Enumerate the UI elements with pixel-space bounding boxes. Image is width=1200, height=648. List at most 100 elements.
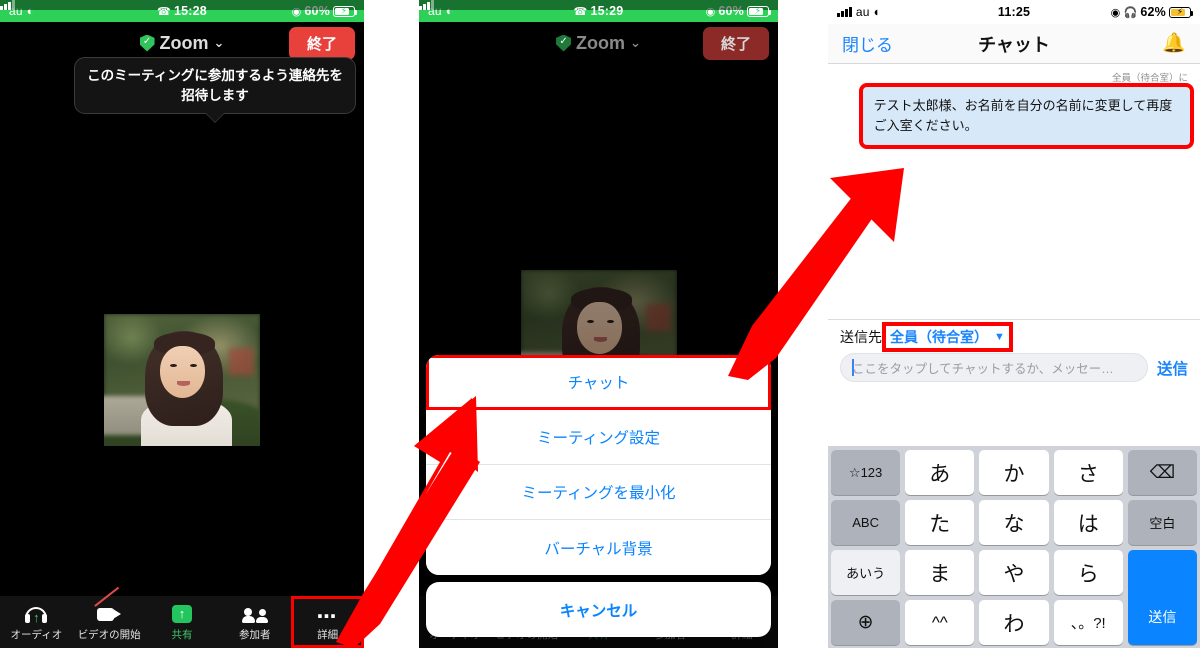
chat-message-list: 全員（待合室）に テスト太郎様、お名前を自分の名前に変更して再度ご入室ください。 [828,64,1200,319]
keyboard-left-stack: あいう ⊕ [831,550,901,645]
recipient-dropdown[interactable]: 全員（待合室） ▼ [882,322,1013,352]
signal-bars-icon [0,0,364,10]
wifi-icon: ◐ [873,4,882,19]
phone-panel-middle: au ◐ ☎ 15:29 ◉ 60% ⚡ Zoom ⌄ 終了 [419,0,778,648]
toolbar-label-audio: オーディオ [10,628,63,641]
key-abc[interactable]: ABC [831,500,901,545]
globe-icon[interactable]: ⊕ [831,600,901,645]
action-sheet-item-virtual-background[interactable]: バーチャル背景 [426,520,771,575]
status-left-group-right: au ◐ [828,5,881,19]
end-meeting-button[interactable]: 終了 [702,26,769,60]
toolbar-item-participants[interactable]: 参加者 [218,596,291,648]
key-aiu[interactable]: あいう [831,550,901,595]
phone-panel-right: au ◐ 11:25 ◉ 🎧 62% ⚡ 閉じる チャット 🔔 全員（待合室）に [828,0,1200,648]
more-action-sheet: チャット ミーティング設定 ミーティングを最小化 バーチャル背景 [426,355,771,575]
cancel-label: キャンセル [559,602,638,620]
key-ka[interactable]: か [979,450,1049,495]
end-meeting-button[interactable]: 終了 [288,26,355,60]
key-space[interactable]: 空白 [1127,500,1198,545]
video-stage-left: このミーティングに参加するよう連絡先を招待します [0,57,364,648]
close-chat-button[interactable]: 閉じる [842,31,893,56]
toolbar-label-share: 共有 [171,628,193,641]
send-message-button[interactable]: 送信 [1157,357,1188,379]
keyboard-send-col: 送信 [1127,550,1198,645]
keyboard-col-3: や わ [979,550,1049,645]
video-off-icon [94,586,122,623]
key-wa[interactable]: わ [979,600,1049,645]
action-sheet-label-minimize-meeting: ミーティングを最小化 [521,485,676,502]
text-caret [852,359,854,376]
toolbar-label-participants: 参加者 [239,628,271,641]
status-bar-right: au ◐ 11:25 ◉ 🎧 62% ⚡ [828,0,1200,24]
screenshot-root: au ◐ ☎ 15:28 ◉ 60% ⚡ Zoom ⌄ 終了 [0,0,1200,648]
key-sa[interactable]: さ [1053,450,1123,495]
status-bar-left: au ◐ ☎ 15:28 ◉ 60% ⚡ [0,0,364,22]
signal-bars-icon [837,7,852,17]
key-ya[interactable]: や [979,550,1049,595]
meeting-toolbar-left: ↑ オーディオ ビデオの開始 ↑ 共有 参加者 ⋯ 詳細 [0,586,364,648]
cancel-button[interactable]: キャンセル [426,582,771,637]
headphones-icon: 🎧 [1123,6,1138,19]
bell-icon[interactable]: 🔔 [1162,34,1186,53]
status-bar-middle: au ◐ ☎ 15:29 ◉ 60% ⚡ [419,0,778,22]
key-send[interactable]: 送信 [1127,550,1198,645]
location-icon: ◉ [1110,6,1121,19]
meeting-title: Zoom [159,32,209,53]
keyboard-row: ☆123 あ か さ ⌫ [831,450,1198,495]
battery-icon: ⚡ [747,5,772,17]
send-to-label: 送信先 [840,329,882,345]
chevron-down-icon: ⌄ [213,35,225,50]
status-time: 11:25 [997,5,1031,19]
keyboard-row: ABC た な は 空白 [831,500,1198,545]
action-sheet-item-minimize-meeting[interactable]: ミーティングを最小化 [426,465,771,520]
recipient-value: 全員（待合室） [890,329,988,345]
action-sheet-cancel-group: キャンセル [426,582,771,637]
key-na[interactable]: な [979,500,1049,545]
key-ma[interactable]: ま [905,550,975,595]
toolbar-item-share[interactable]: ↑ 共有 [146,596,219,648]
key-backspace-icon[interactable]: ⌫ [1127,450,1198,495]
toolbar-item-video[interactable]: ビデオの開始 [73,586,146,648]
more-dots-icon: ⋯ [316,605,339,628]
participant-video-thumbnail[interactable] [104,314,260,446]
status-left-group: au ◐ [0,0,364,18]
key-emoticon[interactable]: ^^ [905,600,975,645]
key-ta[interactable]: た [905,500,975,545]
key-ha[interactable]: は [1053,500,1123,545]
action-sheet-item-chat[interactable]: チャット [426,355,771,410]
chat-input-placeholder: ここをタップしてチャットするか、メッセー… [852,362,1114,376]
action-sheet-item-meeting-settings[interactable]: ミーティング設定 [426,410,771,465]
invite-tooltip: このミーティングに参加するよう連絡先を招待します [74,57,356,115]
toolbar-label-video: ビデオの開始 [77,628,141,641]
key-a[interactable]: あ [905,450,975,495]
keyboard-row: あいう ⊕ ま ^^ や わ ら 、。?! 送信 [831,550,1198,645]
chevron-down-icon: ▼ [994,331,1005,343]
signal-bars-icon [419,0,778,10]
toolbar-item-audio[interactable]: ↑ オーディオ [0,596,73,648]
message-row: テスト太郎様、お名前を自分の名前に変更して再度ご入室ください。 [828,82,1200,150]
action-sheet-label-virtual-background: バーチャル背景 [544,540,653,558]
chat-message-bubble[interactable]: テスト太郎様、お名前を自分の名前に変更して再度ご入室ください。 [858,82,1195,150]
chat-input-field[interactable]: ここをタップしてチャットするか、メッセー… [840,353,1148,382]
participants-icon [241,603,268,623]
key-ra[interactable]: ら [1053,550,1123,595]
action-sheet-label-chat: チャット [567,375,630,392]
toolbar-item-more[interactable]: ⋯ 詳細 [291,596,364,648]
key-punctuation[interactable]: 、。?! [1053,600,1123,645]
key-symbols-123[interactable]: ☆123 [831,450,901,495]
zoom-meeting-header-middle: Zoom ⌄ 終了 [419,22,778,64]
shield-check-icon [556,34,572,52]
toolbar-label-more: 詳細 [317,628,339,641]
share-up-arrow-icon: ↑ [171,603,192,623]
status-right-group-right: ◉ 🎧 62% ⚡ [1111,5,1200,19]
chevron-down-icon: ⌄ [630,35,641,50]
battery-icon: ⚡ [333,5,358,17]
send-to-row: 送信先 全員（待合室） ▼ [828,319,1200,352]
message-recipient-meta: 全員（待合室）に [1111,73,1188,84]
carrier-label: au [855,5,870,19]
headset-audio-icon: ↑ [25,603,48,624]
keyboard-col-4: ら 、。?! [1053,550,1123,645]
meeting-title: Zoom [576,32,626,53]
chat-nav-bar: 閉じる チャット 🔔 [828,24,1200,64]
shield-check-icon [139,34,155,52]
